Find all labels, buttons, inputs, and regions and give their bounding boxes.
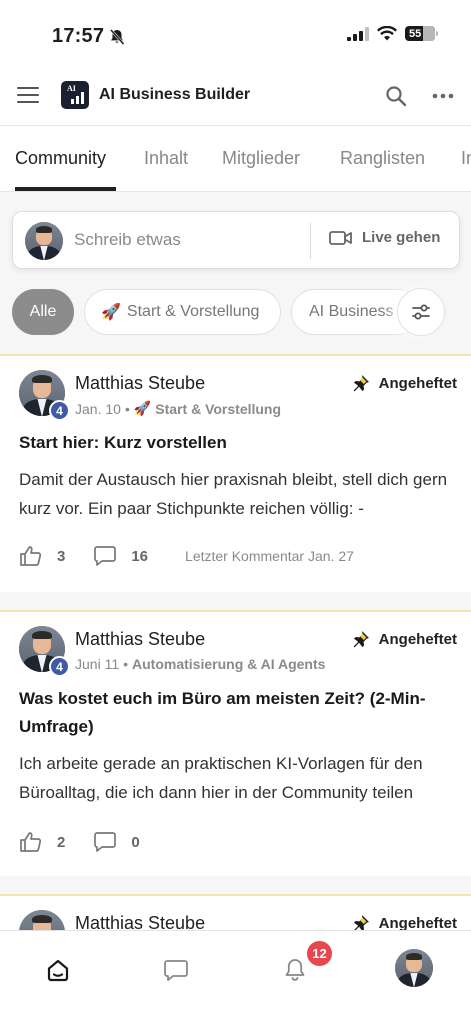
wifi-icon [377, 26, 397, 41]
comment-count: 16 [131, 547, 149, 565]
filter-chip-label: AI Business [309, 303, 394, 320]
battery-indicator: 55 [405, 26, 438, 41]
meta-separator: • [124, 400, 130, 417]
app-root: 17:57 55 AI AI Business Builder Communit… [0, 0, 471, 1024]
post-excerpt[interactable]: Ich arbeite gerade an praktischen KI-Vor… [19, 749, 464, 807]
post-title[interactable]: Start hier: Kurz vorstellen [19, 429, 459, 457]
go-live-button[interactable]: Live gehen [329, 229, 440, 246]
active-tab-indicator [15, 187, 116, 191]
thumbs-up-icon [20, 832, 42, 852]
last-comment: Letzter Kommentar Jan. 27 [185, 548, 354, 564]
post-actions: 2 0 [19, 831, 140, 853]
nav-home[interactable] [43, 955, 73, 985]
time-text: 17:57 [52, 25, 105, 47]
post-separator [0, 592, 471, 610]
pin-icon [353, 631, 369, 648]
post-category[interactable]: Start & Vorstellung [155, 401, 281, 417]
tab-community[interactable]: Community [15, 148, 106, 169]
post-category[interactable]: Automatisierung & AI Agents [132, 656, 325, 672]
bottom-navigation: 12 [0, 930, 471, 1024]
status-bar: 17:57 55 [0, 0, 471, 64]
comment-icon [94, 832, 117, 852]
tab-more[interactable]: In [461, 148, 471, 169]
post-actions: 3 16 Letzter Kommentar Jan. 27 [19, 545, 354, 567]
level-badge: 4 [49, 400, 70, 421]
sliders-icon [412, 304, 430, 320]
like-button[interactable]: 2 [19, 831, 65, 853]
post-meta: Juni 11 • Automatisierung & AI Agents [75, 656, 325, 672]
notification-count-badge: 12 [305, 939, 334, 968]
comment-button[interactable]: 16 [93, 545, 148, 567]
bell-muted-icon [110, 28, 125, 45]
comment-icon [94, 546, 117, 566]
app-logo[interactable]: AI [61, 81, 89, 109]
rocket-icon: 🚀 [133, 400, 152, 416]
post-excerpt[interactable]: Damit der Austausch hier praxisnah bleib… [19, 465, 464, 523]
avatar [25, 222, 63, 260]
post-title[interactable]: Was kostet euch im Büro am meisten Zeit?… [19, 685, 459, 741]
post-date: Juni 11 [75, 656, 120, 672]
search-icon[interactable] [384, 84, 408, 108]
status-icons: 55 [347, 26, 438, 41]
tab-inhalt[interactable]: Inhalt [144, 148, 188, 169]
post-meta: Jan. 10 • 🚀 Start & Vorstellung [75, 400, 281, 417]
app-title[interactable]: AI Business Builder [99, 86, 250, 104]
pinned-indicator: Angeheftet [351, 373, 457, 393]
tab-ranglisten[interactable]: Ranglisten [340, 148, 425, 169]
thumbs-up-icon [20, 546, 42, 566]
status-time: 17:57 [52, 25, 126, 48]
pinned-indicator: Angeheftet [351, 629, 457, 649]
like-count: 2 [57, 833, 66, 851]
like-button[interactable]: 3 [19, 545, 65, 567]
filter-chip-alle[interactable]: Alle [12, 289, 74, 335]
rocket-icon: 🚀 [101, 304, 121, 321]
tab-mitglieder[interactable]: Mitglieder [222, 148, 300, 169]
app-header: AI AI Business Builder [0, 66, 471, 126]
comment-count: 0 [131, 833, 140, 851]
pinned-label: Angeheftet [378, 630, 457, 648]
post-card[interactable]: 4 Matthias Steube Jan. 10 • 🚀 Start & Vo… [0, 354, 471, 592]
pinned-label: Angeheftet [378, 374, 457, 392]
video-camera-icon [329, 230, 352, 245]
menu-icon[interactable] [17, 87, 39, 105]
like-count: 3 [57, 547, 66, 565]
filter-chip-start-vorstellung[interactable]: 🚀 Start & Vorstellung [84, 289, 281, 335]
post-date: Jan. 10 [75, 400, 121, 417]
filter-chip-label: Start & Vorstellung [126, 303, 260, 320]
pinned-label: Angeheftet [378, 914, 457, 932]
post-card[interactable]: 4 Matthias Steube Juni 11 • Automatisier… [0, 610, 471, 876]
chat-icon [164, 960, 188, 981]
nav-chat[interactable] [161, 955, 191, 985]
level-badge: 4 [49, 656, 70, 677]
post-composer[interactable]: Schreib etwas Live gehen [12, 211, 460, 269]
composer-divider [310, 223, 311, 259]
filter-chip-label: Alle [29, 303, 57, 320]
pin-icon [353, 375, 369, 392]
signal-icon [347, 26, 369, 41]
post-separator [0, 876, 471, 894]
tab-bar: Community Inhalt Mitglieder Ranglisten I… [0, 127, 471, 192]
battery-level: 55 [409, 27, 422, 40]
bell-icon [285, 959, 305, 981]
home-icon [47, 959, 69, 982]
author-name[interactable]: Matthias Steube [75, 373, 205, 394]
profile-avatar[interactable] [395, 949, 433, 987]
more-options-icon[interactable] [431, 84, 455, 108]
author-name[interactable]: Matthias Steube [75, 629, 205, 650]
go-live-label: Live gehen [362, 229, 441, 246]
filter-settings-button[interactable] [397, 288, 445, 336]
composer-input[interactable]: Schreib etwas [74, 230, 181, 250]
comment-button[interactable]: 0 [93, 831, 140, 853]
meta-separator: • [123, 656, 129, 672]
